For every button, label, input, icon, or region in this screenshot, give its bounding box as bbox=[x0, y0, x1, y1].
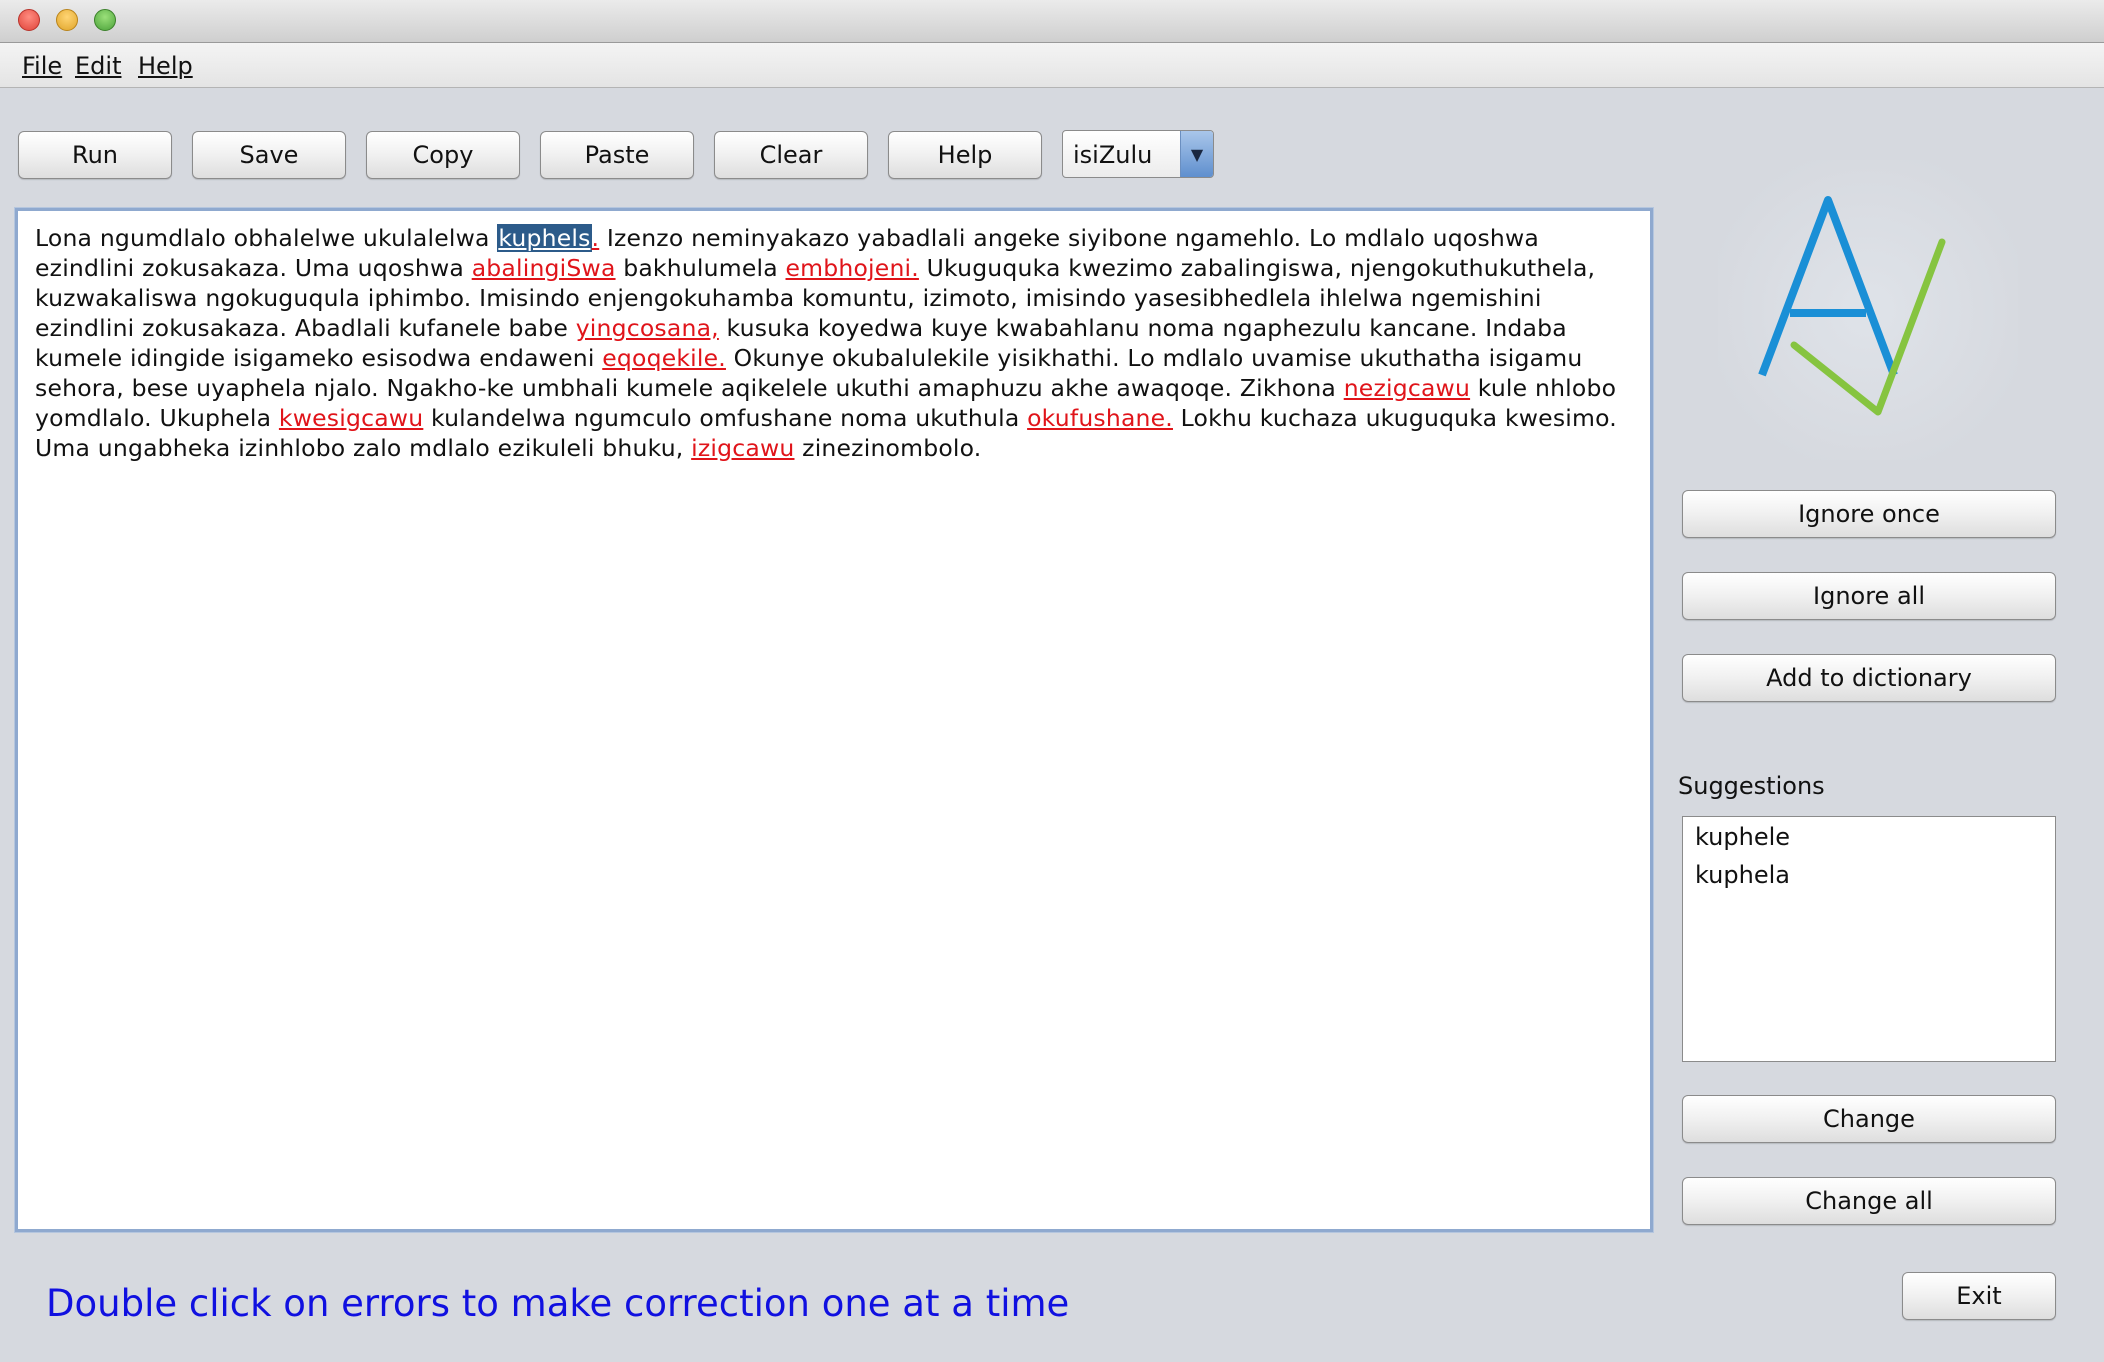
ignore-once-button[interactable]: Ignore once bbox=[1682, 490, 2056, 538]
close-window-button[interactable] bbox=[18, 9, 40, 31]
editor-text-run: bakhulumela bbox=[615, 254, 786, 282]
suggestion-item[interactable]: kuphela bbox=[1695, 861, 1790, 889]
copy-button[interactable]: Copy bbox=[366, 131, 520, 179]
misspelled-word[interactable]: abalingiSwa bbox=[472, 254, 616, 282]
menu-edit[interactable]: Edit bbox=[75, 52, 121, 80]
editor-text[interactable]: Lona ngumdlalo obhalelwe ukulalelwa kuph… bbox=[35, 223, 1635, 463]
menu-help[interactable]: Help bbox=[138, 52, 193, 80]
clear-button[interactable]: Clear bbox=[714, 131, 868, 179]
editor-text-run: kulandelwa ngumculo omfushane noma ukuth… bbox=[423, 404, 1028, 432]
misspelled-word[interactable]: nezigcawu bbox=[1344, 374, 1470, 402]
misspelled-word[interactable]: eqoqekile. bbox=[602, 344, 726, 372]
paste-button[interactable]: Paste bbox=[540, 131, 694, 179]
correction-hint-text: Double click on errors to make correctio… bbox=[46, 1282, 1070, 1325]
window-titlebar bbox=[0, 0, 2104, 43]
menu-file-label: File bbox=[22, 52, 63, 80]
editor-text-run: Lona ngumdlalo obhalelwe ukulalelwa bbox=[35, 224, 498, 252]
menu-help-label: Help bbox=[138, 52, 193, 80]
help-button[interactable]: Help bbox=[888, 131, 1042, 179]
misspelled-word[interactable]: okufushane. bbox=[1027, 404, 1173, 432]
minimize-window-button[interactable] bbox=[56, 9, 78, 31]
menu-bar: File Edit Help bbox=[0, 43, 2104, 88]
menu-edit-label: Edit bbox=[75, 52, 122, 80]
selected-misspelled-word[interactable]: kuphels bbox=[497, 224, 592, 252]
misspelled-word[interactable]: yingcosana, bbox=[576, 314, 719, 342]
ignore-all-button[interactable]: Ignore all bbox=[1682, 572, 2056, 620]
editor-text-run: zinezinombolo. bbox=[794, 434, 982, 462]
add-to-dictionary-button[interactable]: Add to dictionary bbox=[1682, 654, 2056, 702]
misspelled-word[interactable]: izigcawu bbox=[691, 434, 794, 462]
chevron-down-icon[interactable]: ▼ bbox=[1180, 131, 1213, 177]
suggestions-label: Suggestions bbox=[1678, 772, 1825, 800]
save-button[interactable]: Save bbox=[192, 131, 346, 179]
app-logo-icon bbox=[1718, 160, 2018, 460]
run-button[interactable]: Run bbox=[18, 131, 172, 179]
misspelled-word[interactable]: kwesigcawu bbox=[279, 404, 423, 432]
change-button[interactable]: Change bbox=[1682, 1095, 2056, 1143]
suggestion-item[interactable]: kuphele bbox=[1695, 823, 1790, 851]
change-all-button[interactable]: Change all bbox=[1682, 1177, 2056, 1225]
misspelled-word[interactable]: embhojeni. bbox=[786, 254, 919, 282]
language-select-value: isiZulu bbox=[1073, 141, 1153, 169]
exit-button[interactable]: Exit bbox=[1902, 1272, 2056, 1320]
suggestions-list[interactable]: kuphele kuphela bbox=[1682, 816, 2056, 1062]
text-editor[interactable]: Lona ngumdlalo obhalelwe ukulalelwa kuph… bbox=[15, 208, 1653, 1232]
language-select[interactable]: isiZulu ▼ bbox=[1062, 130, 1214, 178]
zoom-window-button[interactable] bbox=[94, 9, 116, 31]
menu-file[interactable]: File bbox=[22, 52, 62, 80]
